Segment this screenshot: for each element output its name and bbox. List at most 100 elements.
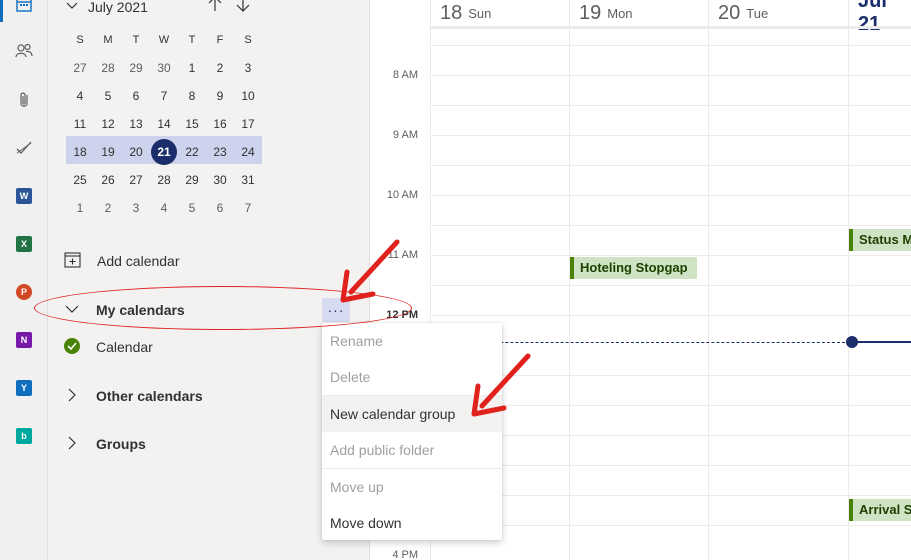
event-arrival[interactable]: Arrival S bbox=[849, 499, 911, 521]
dow-label: W bbox=[158, 34, 170, 46]
day-cell[interactable]: 28 bbox=[150, 166, 178, 194]
column-divider bbox=[708, 0, 709, 560]
day-cell[interactable]: 23 bbox=[206, 138, 234, 166]
day-cell[interactable]: 27 bbox=[122, 166, 150, 194]
hour-label: 10 AM bbox=[386, 189, 418, 201]
calendar-item-label: Calendar bbox=[96, 339, 153, 355]
menu-item-move-up[interactable]: Move up bbox=[322, 469, 502, 505]
day-cell[interactable]: 13 bbox=[122, 110, 150, 138]
rail-active-indicator bbox=[0, 0, 3, 22]
half-hour-line bbox=[430, 225, 911, 226]
day-cell[interactable]: 5 bbox=[94, 82, 122, 110]
day-cell[interactable]: 27 bbox=[66, 54, 94, 82]
day-cell[interactable]: 24 bbox=[234, 138, 262, 166]
day-cell[interactable]: 3 bbox=[122, 194, 150, 222]
previous-month-arrow-icon[interactable] bbox=[208, 0, 222, 17]
yammer-icon[interactable]: Y bbox=[15, 379, 33, 397]
calendar-checked-icon[interactable] bbox=[64, 337, 80, 357]
day-cell[interactable]: 19 bbox=[94, 138, 122, 166]
hour-label: 4 PM bbox=[392, 549, 418, 560]
week-row: 4 5 6 7 8 9 10 bbox=[66, 82, 290, 110]
day-cell[interactable]: 26 bbox=[94, 166, 122, 194]
day-cell[interactable]: 7 bbox=[234, 194, 262, 222]
half-hour-line bbox=[430, 465, 911, 466]
day-cell[interactable]: 5 bbox=[178, 194, 206, 222]
menu-item-move-down[interactable]: Move down bbox=[322, 505, 502, 541]
day-cell[interactable]: 1 bbox=[66, 194, 94, 222]
day-cell[interactable]: 30 bbox=[206, 166, 234, 194]
hour-line bbox=[430, 255, 911, 256]
groups-label: Groups bbox=[96, 436, 146, 452]
today-cell[interactable]: 21 bbox=[150, 138, 178, 166]
powerpoint-icon[interactable]: P bbox=[15, 283, 33, 301]
annotation-arrow-icon bbox=[340, 239, 400, 303]
day-header-mon[interactable]: 19 Mon bbox=[579, 0, 633, 26]
hour-line bbox=[430, 135, 911, 136]
add-calendar-icon bbox=[64, 251, 81, 271]
current-time-line-today bbox=[852, 341, 911, 343]
app-rail: W X P N Y b bbox=[0, 0, 48, 560]
add-calendar-label: Add calendar bbox=[97, 253, 180, 269]
people-icon[interactable] bbox=[15, 42, 33, 60]
other-calendars-group[interactable]: Other calendars bbox=[64, 384, 203, 408]
today-day-number: Jul 21 bbox=[858, 0, 887, 35]
day-cell[interactable]: 6 bbox=[122, 82, 150, 110]
day-cell[interactable]: 11 bbox=[66, 110, 94, 138]
day-cell[interactable]: 16 bbox=[206, 110, 234, 138]
day-cell[interactable]: 4 bbox=[150, 194, 178, 222]
groups-group[interactable]: Groups bbox=[64, 432, 146, 456]
day-cell[interactable]: 28 bbox=[94, 54, 122, 82]
next-month-arrow-icon[interactable] bbox=[236, 0, 250, 17]
collapse-chevron-icon[interactable] bbox=[66, 0, 78, 16]
day-cell[interactable]: 1 bbox=[178, 54, 206, 82]
column-divider bbox=[569, 0, 570, 560]
day-cell[interactable]: 3 bbox=[234, 54, 262, 82]
day-cell[interactable]: 31 bbox=[234, 166, 262, 194]
day-cell[interactable]: 17 bbox=[234, 110, 262, 138]
event-status-meeting[interactable]: Status M bbox=[849, 229, 911, 251]
day-header-today[interactable]: Jul 21 bbox=[858, 0, 911, 35]
day-name: Tue bbox=[746, 5, 769, 21]
dow-label: S bbox=[244, 34, 252, 46]
paperclip-icon[interactable] bbox=[15, 91, 33, 109]
day-cell[interactable]: 12 bbox=[94, 110, 122, 138]
day-cell[interactable]: 15 bbox=[178, 110, 206, 138]
day-cell[interactable]: 22 bbox=[178, 138, 206, 166]
day-cell[interactable]: 4 bbox=[66, 82, 94, 110]
day-cell[interactable]: 8 bbox=[178, 82, 206, 110]
word-icon[interactable]: W bbox=[15, 187, 33, 205]
bookings-icon[interactable]: b bbox=[15, 427, 33, 445]
day-number: 19 bbox=[579, 1, 602, 24]
excel-icon[interactable]: X bbox=[15, 235, 33, 253]
column-divider bbox=[848, 0, 849, 560]
day-cell[interactable]: 18 bbox=[66, 138, 94, 166]
day-cell[interactable]: 9 bbox=[206, 82, 234, 110]
day-cell[interactable]: 6 bbox=[206, 194, 234, 222]
day-header-tue[interactable]: 20 Tue bbox=[718, 0, 768, 26]
add-calendar-button[interactable]: Add calendar bbox=[64, 249, 180, 273]
day-cell[interactable]: 29 bbox=[178, 166, 206, 194]
day-header-sun[interactable]: 18 Sun bbox=[440, 0, 491, 26]
day-cell[interactable]: 20 bbox=[122, 138, 150, 166]
half-hour-line bbox=[430, 45, 911, 46]
current-time-marker bbox=[846, 336, 858, 348]
dow-label: F bbox=[216, 34, 224, 46]
menu-item-add-public-folder[interactable]: Add public folder bbox=[322, 432, 502, 468]
calendar-app-icon[interactable] bbox=[15, 0, 33, 14]
mini-calendar-month[interactable]: July 2021 bbox=[88, 0, 148, 15]
event-hoteling-stopgap[interactable]: Hoteling Stopgap bbox=[570, 257, 697, 279]
dow-label: T bbox=[188, 34, 196, 46]
day-cell[interactable]: 30 bbox=[150, 54, 178, 82]
onenote-icon[interactable]: N bbox=[15, 331, 33, 349]
calendar-item[interactable]: Calendar bbox=[64, 335, 153, 359]
day-cell[interactable]: 2 bbox=[206, 54, 234, 82]
day-cell[interactable]: 29 bbox=[122, 54, 150, 82]
day-name: Mon bbox=[607, 5, 633, 21]
day-cell[interactable]: 7 bbox=[150, 82, 178, 110]
day-cell[interactable]: 2 bbox=[94, 194, 122, 222]
selected-week-row: 18 19 20 21 22 23 24 bbox=[66, 138, 290, 166]
todo-check-icon[interactable] bbox=[15, 139, 33, 157]
day-cell[interactable]: 25 bbox=[66, 166, 94, 194]
day-cell[interactable]: 10 bbox=[234, 82, 262, 110]
day-cell[interactable]: 14 bbox=[150, 110, 178, 138]
